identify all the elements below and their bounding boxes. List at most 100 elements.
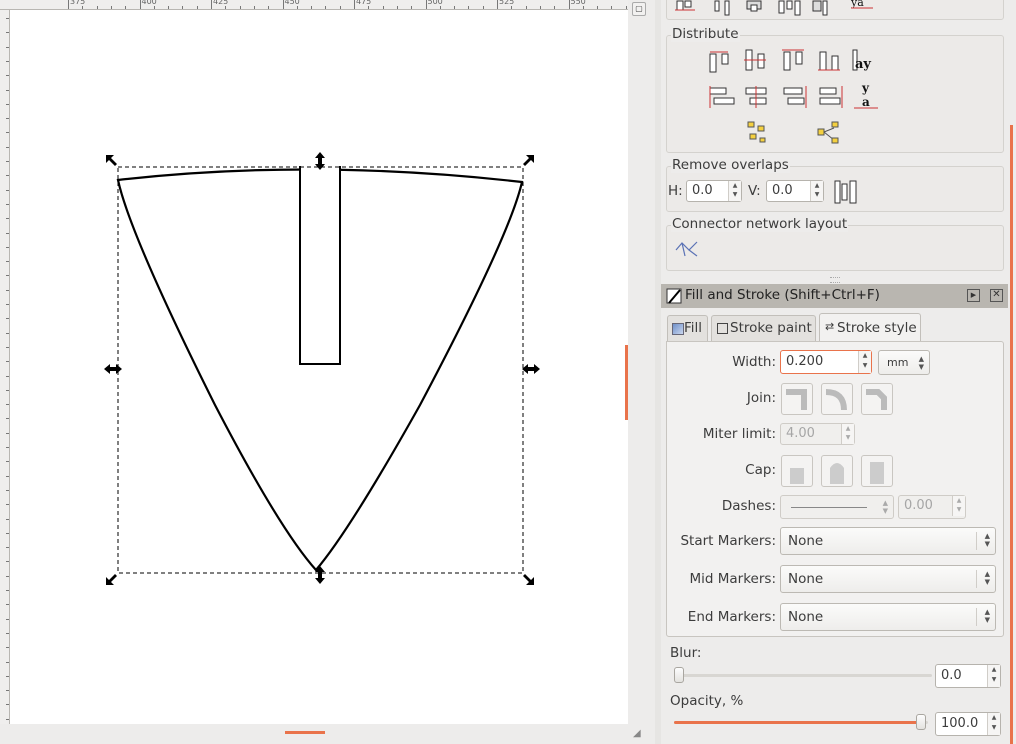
close-icon[interactable]: ✕ <box>990 289 1003 302</box>
join-miter-icon <box>786 389 807 410</box>
dash-pattern-preview <box>791 507 867 508</box>
drawing-svg[interactable] <box>10 10 628 724</box>
width-spinbox[interactable]: 0.200 ▲ ▼ <box>780 350 872 374</box>
width-spin-arrows[interactable]: ▲ ▼ <box>858 351 871 373</box>
tab-stroke-style[interactable]: ⇄ Stroke style <box>819 313 921 342</box>
ruler-minor-tick <box>6 132 9 134</box>
dock-grip[interactable] <box>830 277 840 283</box>
vertical-scroll-indicator[interactable] <box>625 345 628 420</box>
scroll-down-icon[interactable]: ◢ <box>633 728 641 739</box>
fill-stroke-icon <box>666 288 682 304</box>
dock-scrollbar-thumb[interactable] <box>1010 125 1013 744</box>
detach-icon[interactable]: ▶ <box>967 289 980 302</box>
h-spinbox[interactable]: 0.0 ▲ ▼ <box>686 180 742 202</box>
h-spin-arrows[interactable]: ▲ ▼ <box>728 181 741 201</box>
distribute-icon <box>709 51 729 73</box>
ruler-minor-tick <box>6 318 9 320</box>
ruler-major-tick <box>568 0 570 9</box>
miter-spinbox[interactable]: 4.00 ▲ ▼ <box>780 423 855 445</box>
join-miter-button[interactable] <box>781 383 813 415</box>
dash-offset-arrows[interactable]: ▲ ▼ <box>952 496 965 516</box>
unit-select[interactable]: mm ▲ ▼ <box>878 350 930 375</box>
ruler-minor-tick <box>368 6 370 9</box>
ruler-minor-tick <box>6 146 9 148</box>
ruler-minor-tick <box>539 6 541 9</box>
tab-stroke-paint-label: Stroke paint <box>730 320 812 336</box>
ruler-minor-tick <box>6 289 9 291</box>
ruler-minor-tick <box>439 6 441 9</box>
mid-markers-arrows: ▲ ▼ <box>984 570 990 586</box>
dashes-label: Dashes: <box>721 498 776 514</box>
ruler-minor-tick <box>339 6 341 9</box>
fill-stroke-header[interactable]: Fill and Stroke (Shift+Ctrl+F) ▶ ✕ <box>661 284 1008 308</box>
remove-overlaps-icon[interactable] <box>832 179 860 205</box>
start-markers-label: Start Markers: <box>680 533 776 549</box>
blur-slider-knob[interactable] <box>674 667 684 683</box>
stroke-paint-tab-icon <box>717 323 728 334</box>
v-spin-arrows[interactable]: ▲ ▼ <box>810 181 823 201</box>
ruler-minor-tick <box>6 661 9 663</box>
start-markers-value: None <box>788 533 824 549</box>
opacity-slider-knob[interactable] <box>916 714 926 730</box>
blur-slider-track[interactable] <box>676 674 932 677</box>
join-round-button[interactable] <box>821 383 853 415</box>
horizontal-ruler: 375 400 425 450 475 500 525 550 <box>0 0 628 10</box>
dock-separator[interactable] <box>655 0 661 744</box>
align-icon <box>746 0 762 12</box>
ruler-minor-tick <box>110 6 112 9</box>
unit-value: mm <box>887 356 909 369</box>
opacity-spin-arrows[interactable]: ▲ ▼ <box>987 713 1000 735</box>
start-markers-select[interactable]: None ▲ ▼ <box>780 527 996 555</box>
cap-butt-button[interactable] <box>781 455 813 487</box>
ruler-minor-tick <box>6 89 9 91</box>
distribute-icon <box>745 86 767 108</box>
opacity-spinbox[interactable]: 100.0 ▲ ▼ <box>935 712 1001 736</box>
ruler-minor-tick <box>411 6 413 9</box>
opacity-label: Opacity, % <box>670 693 744 709</box>
tab-stroke-paint[interactable]: Stroke paint <box>711 315 816 341</box>
ruler-minor-tick <box>6 175 9 177</box>
dash-offset-spinbox[interactable]: 0.00 ▲ ▼ <box>898 495 966 519</box>
ruler-minor-tick <box>6 32 9 34</box>
ruler-minor-tick <box>6 60 9 62</box>
ruler-minor-tick <box>6 118 9 120</box>
mid-markers-select[interactable]: None ▲ ▼ <box>780 565 996 593</box>
distribute-icon <box>782 49 804 71</box>
cap-square-button[interactable] <box>861 455 893 487</box>
canvas-footer <box>0 724 628 744</box>
blur-spin-arrows[interactable]: ▲ ▼ <box>987 665 1000 687</box>
horizontal-scroll-indicator[interactable] <box>285 731 325 734</box>
ruler-minor-tick <box>6 504 9 506</box>
selection-bbox <box>117 166 524 574</box>
handle-left <box>104 364 122 374</box>
blur-spinbox[interactable]: 0.0 ▲ ▼ <box>935 664 1001 688</box>
end-markers-select[interactable]: None ▲ ▼ <box>780 603 996 631</box>
v-spinbox[interactable]: 0.0 ▲ ▼ <box>766 180 824 202</box>
zoom-corner-button[interactable]: ▢ <box>632 2 646 16</box>
ruler-minor-tick <box>6 361 9 363</box>
h-label: H: <box>668 183 683 199</box>
drawing-canvas[interactable] <box>10 10 628 724</box>
distribute-y-icon: y <box>861 81 870 95</box>
ruler-major-tick <box>211 0 212 9</box>
distribute-icons[interactable]: ay y a <box>666 44 1002 148</box>
blur-value: 0.0 <box>941 668 962 683</box>
miter-label: Miter limit: <box>702 426 776 442</box>
tab-fill[interactable]: Fill <box>667 315 708 341</box>
ruler-minor-tick <box>153 6 155 9</box>
align-icons-row[interactable]: ya <box>667 0 1003 19</box>
ruler-major-tick <box>497 0 498 9</box>
miter-spin-arrows[interactable]: ▲ ▼ <box>841 424 854 444</box>
connector-layout-icon[interactable] <box>673 238 701 260</box>
join-bevel-button[interactable] <box>861 383 893 415</box>
unit-arrows: ▲ ▼ <box>918 355 924 371</box>
ruler-minor-tick <box>525 6 527 9</box>
ruler-minor-tick <box>311 6 313 9</box>
ruler-minor-tick <box>6 261 9 263</box>
cap-round-button[interactable] <box>821 455 853 487</box>
align-icon <box>812 0 828 16</box>
ruler-minor-tick <box>6 532 9 534</box>
ruler-minor-tick <box>268 6 270 9</box>
ruler-minor-tick <box>6 18 9 19</box>
dash-pattern-select[interactable]: ▲ ▼ <box>780 495 894 519</box>
